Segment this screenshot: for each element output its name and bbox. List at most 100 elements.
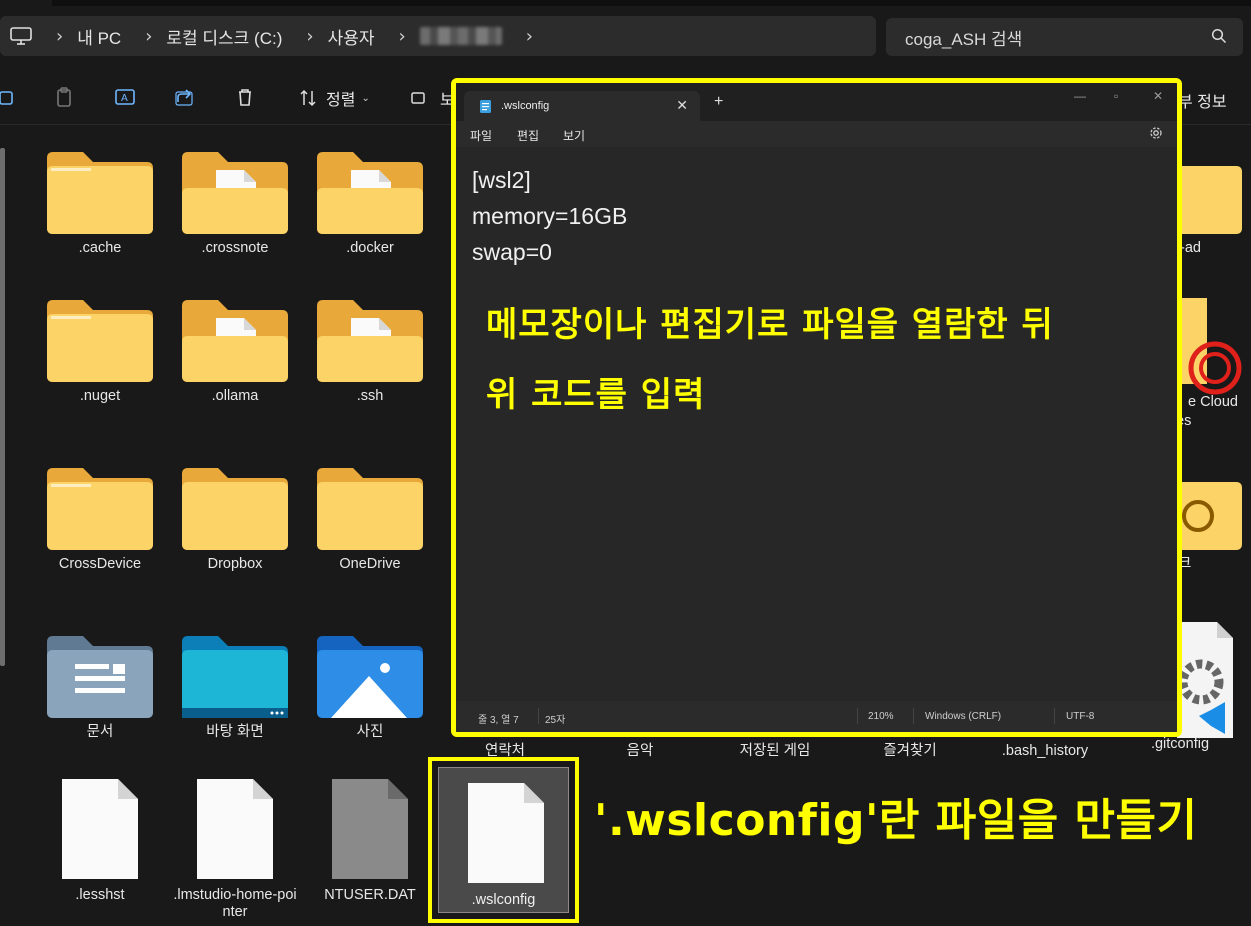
svg-text:A: A	[121, 93, 128, 104]
folder-item[interactable]: OneDrive	[305, 466, 435, 573]
search-icon	[1211, 28, 1227, 44]
breadcrumb[interactable]: › 내 PC › 로컬 디스크 (C:) › 사용자 › ›	[0, 16, 876, 56]
scrollbar[interactable]	[0, 148, 5, 666]
item-name: 바탕 화면	[206, 724, 264, 740]
folder-icon	[317, 468, 423, 550]
address-bar-row: › 내 PC › 로컬 디스크 (C:) › 사용자 › › coga_ASH 검색	[0, 12, 1251, 62]
sort-button[interactable]: 정렬 ⌄	[298, 86, 370, 110]
folder-item[interactable]: .crossnote	[170, 150, 300, 257]
item-name: .lmstudio-home-pointer	[173, 887, 297, 920]
chevron-right-icon: ›	[306, 25, 314, 47]
status-divider	[538, 708, 539, 724]
status-line-ending[interactable]: Windows (CRLF)	[925, 711, 1001, 722]
folder-item[interactable]: CrossDevice	[35, 466, 165, 573]
file-item[interactable]: .bash_history	[980, 737, 1110, 760]
notepad-file-icon	[480, 99, 491, 113]
search-input[interactable]: coga_ASH 검색	[886, 18, 1243, 56]
new-tab-icon[interactable]: +	[714, 93, 723, 111]
folder-with-file-icon	[182, 152, 288, 234]
chevron-right-icon[interactable]: ›	[526, 26, 533, 47]
favorites-item[interactable]: 즐겨찾기	[845, 737, 975, 760]
item-name: 음악	[626, 743, 654, 759]
notepad-editor[interactable]: [wsl2] memory=16GB swap=0 메모장이나 편집기로 파일을…	[456, 147, 1177, 706]
item-name: OneDrive	[339, 556, 401, 572]
documents-folder-item[interactable]: 문서	[35, 634, 165, 741]
view-icon	[411, 92, 425, 104]
folder-item[interactable]: .cache	[35, 150, 165, 257]
close-window-icon[interactable]: ✕	[1153, 89, 1163, 103]
item-name: .ssh	[356, 388, 384, 404]
minimize-icon[interactable]: —	[1074, 89, 1086, 103]
item-name: 사진	[356, 724, 384, 740]
status-encoding[interactable]: UTF-8	[1066, 711, 1094, 722]
code-line-2: memory=16GB	[472, 203, 628, 229]
folder-with-file-icon	[317, 152, 423, 234]
annotation-overlay-line1: 메모장이나 편집기로 파일을 열람한 뒤	[486, 305, 1054, 345]
status-position: 줄 3, 열 7	[478, 715, 519, 726]
item-name: .ollama	[211, 388, 259, 404]
item-name: .cache	[78, 240, 122, 256]
crumb-local-disk[interactable]: 로컬 디스크 (C:)	[166, 24, 282, 49]
folder-item[interactable]: .nuget	[35, 298, 165, 405]
share-icon[interactable]	[172, 84, 198, 110]
item-name: NTUSER.DAT	[324, 887, 416, 903]
code-line-1: [wsl2]	[472, 167, 531, 193]
chevron-right-icon: ›	[56, 25, 64, 47]
notepad-titlebar: .wslconfig ✕ + — ▫ ✕	[456, 83, 1177, 121]
maximize-icon[interactable]: ▫	[1114, 89, 1118, 103]
title-strip	[52, 0, 1251, 6]
crumb-users[interactable]: 사용자	[328, 24, 375, 49]
item-name: CrossDevice	[58, 556, 142, 572]
item-name: .nuget	[79, 388, 121, 404]
pictures-folder-item[interactable]: 사진	[305, 634, 435, 741]
folder-with-file-icon	[317, 300, 423, 382]
notepad-statusbar: 줄 3, 열 7 25자 210% Windows (CRLF) UTF-8	[456, 701, 1177, 732]
crumb-username-redacted[interactable]	[419, 27, 502, 45]
item-name: .bash_history	[1001, 743, 1089, 759]
item-name: 문서	[86, 724, 114, 740]
wslconfig-file-item[interactable]: .wslconfig	[438, 767, 569, 913]
details-button[interactable]: 부 정보	[1178, 88, 1227, 112]
status-divider	[913, 708, 914, 724]
notepad-tab[interactable]: .wslconfig ✕	[464, 91, 700, 121]
item-name: .gitconfig	[1150, 736, 1210, 752]
view-button[interactable]: 보	[410, 86, 455, 110]
crumb-this-pc[interactable]: 내 PC	[77, 24, 121, 49]
notepad-tab-title: .wslconfig	[501, 100, 550, 112]
file-item[interactable]: .lesshst	[35, 777, 165, 904]
search-placeholder: coga_ASH 검색	[905, 29, 1023, 49]
settings-gear-icon[interactable]	[1149, 126, 1163, 140]
folder-icon	[47, 300, 153, 382]
file-item[interactable]: NTUSER.DAT	[305, 777, 435, 904]
music-item[interactable]: 음악	[575, 737, 705, 760]
item-name: .lesshst	[75, 887, 125, 903]
notepad-window: .wslconfig ✕ + — ▫ ✕ 파일 편집 보기 [wsl2] mem…	[451, 78, 1182, 737]
menu-view[interactable]: 보기	[563, 127, 585, 144]
saved-games-item[interactable]: 저장된 게임	[710, 737, 840, 760]
folder-item[interactable]: .docker	[305, 150, 435, 257]
code-line-3: swap=0	[472, 239, 552, 265]
rename-icon[interactable]: A	[112, 84, 138, 110]
menu-edit[interactable]: 편집	[517, 127, 539, 144]
copy-icon[interactable]	[0, 84, 20, 110]
desktop-folder-item[interactable]: 바탕 화면	[170, 634, 300, 741]
file-icon	[197, 779, 273, 879]
delete-icon[interactable]	[232, 84, 258, 110]
paste-icon[interactable]	[52, 84, 78, 110]
file-icon	[468, 783, 544, 883]
item-name: 즐겨찾기	[883, 743, 937, 759]
close-tab-icon[interactable]: ✕	[676, 97, 688, 114]
item-name: .wslconfig	[471, 892, 536, 908]
item-name: Dropbox	[207, 556, 263, 572]
file-item[interactable]: .lmstudio-home-pointer	[170, 777, 300, 921]
status-zoom[interactable]: 210%	[868, 711, 894, 722]
folder-icon	[182, 468, 288, 550]
menu-file[interactable]: 파일	[470, 127, 492, 144]
folder-item[interactable]: .ssh	[305, 298, 435, 405]
pictures-folder-icon	[317, 636, 423, 718]
folder-item[interactable]: .ollama	[170, 298, 300, 405]
chevron-down-icon: ⌄	[361, 92, 370, 104]
item-name: .docker	[346, 240, 394, 256]
hidden-file-icon	[332, 779, 408, 879]
folder-item[interactable]: Dropbox	[170, 466, 300, 573]
